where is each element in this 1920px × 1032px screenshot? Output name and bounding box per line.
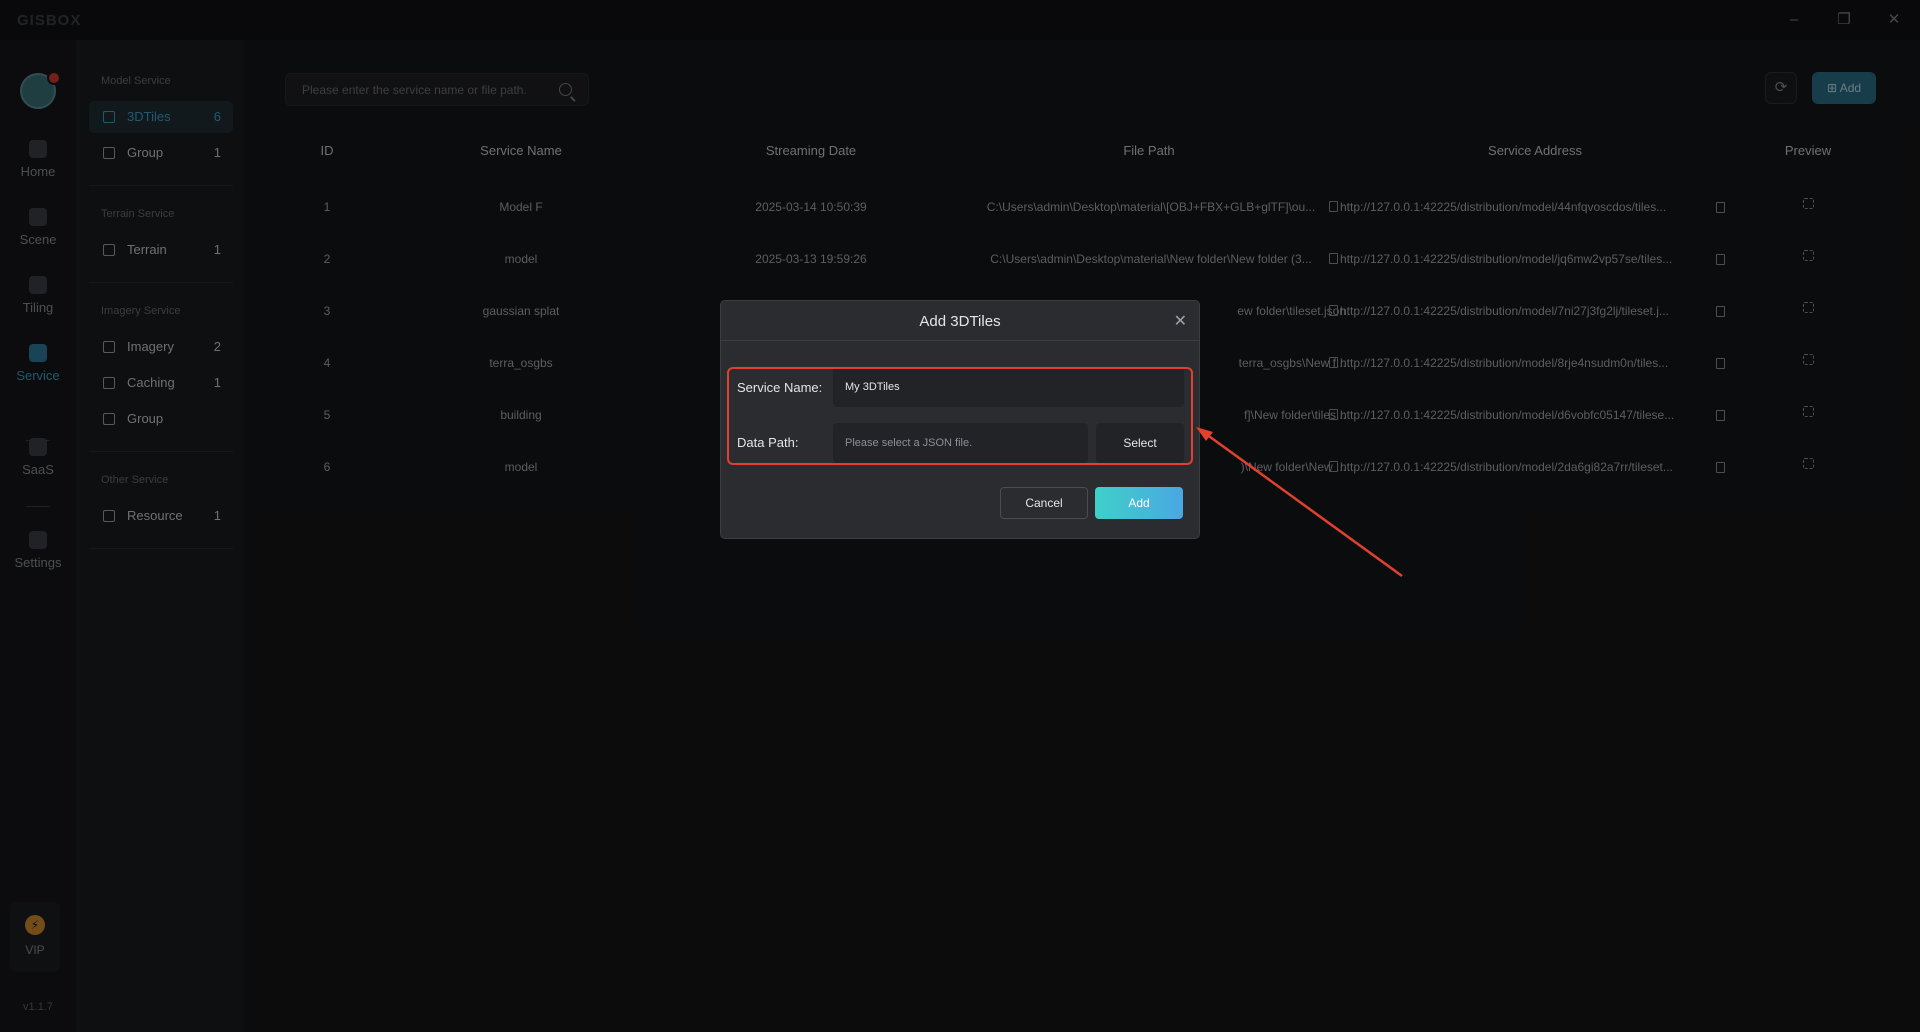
dialog-header: Add 3DTiles ✕ [721, 301, 1199, 341]
dialog-add-button[interactable]: Add [1095, 487, 1183, 519]
add-3dtiles-dialog: Add 3DTiles ✕ Service Name: My 3DTiles D… [720, 300, 1200, 539]
cancel-button[interactable]: Cancel [1000, 487, 1088, 519]
close-icon[interactable]: ✕ [1174, 311, 1187, 331]
highlight-box [727, 367, 1193, 465]
dialog-title: Add 3DTiles [919, 313, 1001, 330]
